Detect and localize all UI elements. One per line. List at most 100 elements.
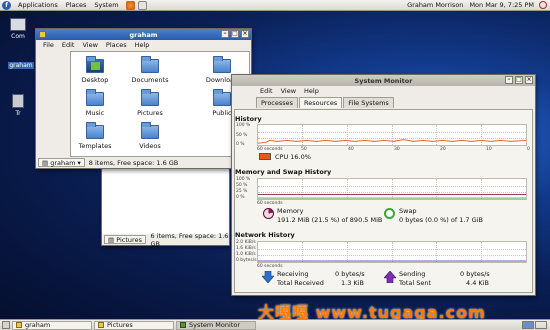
resources-panel: History 100 % 50 % 0 % 60 seconds 50 40 …: [234, 109, 533, 293]
menu-edit[interactable]: Edit: [58, 41, 79, 49]
desktop-icon-computer[interactable]: Com: [3, 18, 33, 40]
power-icon[interactable]: [539, 1, 547, 9]
tab-file-systems[interactable]: File Systems: [343, 97, 394, 108]
sending-value: 0 bytes/s: [460, 270, 490, 278]
memory-history-title: Memory and Swap History: [235, 168, 332, 176]
fedora-logo-icon[interactable]: f: [2, 0, 11, 10]
show-desktop-icon[interactable]: [2, 321, 10, 329]
net-ytick: 1.6 KiB/s: [236, 246, 256, 251]
desktop-icon-home[interactable]: graham: [3, 62, 39, 69]
taskbar-item-system-monitor[interactable]: System Monitor: [176, 320, 256, 330]
close-button[interactable]: ×: [525, 76, 533, 84]
trash-icon: [12, 94, 24, 108]
maximize-button[interactable]: □: [515, 76, 523, 84]
folder-icon: [16, 322, 22, 328]
file-manager-menubar: File Edit View Places Help: [36, 40, 251, 50]
pictures-location-combo[interactable]: ▤ Pictures ▾: [104, 235, 147, 252]
receiving-arrow-icon[interactable]: [262, 271, 274, 283]
folder-music[interactable]: Music: [66, 89, 124, 117]
memory-value: 191.2 MiB (21.5 %) of 890.5 MiB: [277, 216, 383, 224]
cpu-color-swatch[interactable]: [259, 153, 271, 160]
user-name[interactable]: Graham Morrison: [404, 1, 466, 9]
system-menu[interactable]: System: [90, 1, 122, 9]
system-monitor-titlebar[interactable]: System Monitor – □ ×: [232, 75, 535, 86]
folder-videos[interactable]: Videos: [121, 122, 179, 150]
file-manager-titlebar[interactable]: graham – □ ×: [36, 29, 251, 40]
desktop-icon-label: graham: [8, 62, 34, 69]
pictures-statusbar: ▤ Pictures ▾ 6 items, Free space: 1.6 GB: [102, 232, 229, 252]
system-monitor-tabs: Processes Resources File Systems: [232, 97, 535, 108]
minimize-button[interactable]: –: [505, 76, 513, 84]
cpu-history-title: History: [235, 115, 262, 123]
menu-view[interactable]: View: [277, 87, 300, 95]
x-tick: 50: [301, 147, 307, 152]
minimize-button[interactable]: –: [221, 30, 229, 38]
taskbar-item-pictures[interactable]: Pictures: [94, 320, 174, 330]
task-label: System Monitor: [189, 321, 241, 329]
desktop-icon-label: Tr: [15, 110, 21, 117]
x-tick: 60 seconds: [257, 264, 283, 269]
total-received-label: Total Received: [277, 279, 324, 287]
swap-value: 0 bytes (0.0 %) of 1.7 GiB: [399, 216, 483, 224]
file-manager-statusbar: ▤ graham ▾ 8 items, Free space: 1.6 GB: [36, 157, 251, 168]
mem-ytick: 0 %: [236, 195, 245, 200]
folder-documents[interactable]: Documents: [121, 56, 179, 84]
workspace-2[interactable]: [535, 321, 547, 329]
pictures-window-content: [102, 161, 229, 234]
menu-file[interactable]: File: [39, 41, 58, 49]
mem-ytick: 25 %: [236, 189, 248, 194]
menu-help[interactable]: Help: [300, 87, 323, 95]
close-button[interactable]: ×: [241, 30, 249, 38]
cpu-legend: CPU 16.0%: [275, 153, 311, 161]
applications-menu[interactable]: Applications: [14, 1, 62, 9]
swap-label: Swap: [399, 207, 417, 215]
folder-desktop[interactable]: Desktop: [66, 56, 124, 84]
folder-icon: [39, 31, 46, 38]
folder-icon: [141, 56, 159, 73]
memory-pie-icon[interactable]: [263, 208, 274, 219]
maximize-button[interactable]: □: [231, 30, 239, 38]
places-menu[interactable]: Places: [62, 1, 91, 9]
network-lines: [258, 260, 526, 262]
location-label: Pictures: [116, 236, 142, 244]
task-label: graham: [25, 321, 51, 329]
taskbar-item-graham[interactable]: graham: [12, 320, 92, 330]
x-tick: 0: [527, 147, 530, 152]
net-ytick: 2.0 KiB/s: [236, 240, 256, 245]
x-tick: 60 seconds: [257, 201, 283, 206]
pictures-window[interactable]: ▤ Pictures ▾ 6 items, Free space: 1.6 GB: [101, 160, 230, 252]
clock[interactable]: Mon Mar 9, 7:25 PM: [466, 1, 537, 9]
menu-help[interactable]: Help: [131, 41, 154, 49]
task-label: Pictures: [107, 321, 133, 329]
system-monitor-window[interactable]: System Monitor – □ × Edit View Help Proc…: [231, 74, 536, 296]
memory-graph: [257, 178, 527, 200]
swap-pie-icon[interactable]: [384, 208, 395, 219]
cpu-line: [258, 139, 526, 144]
file-manager-view[interactable]: Desktop Documents Download Music Picture…: [70, 51, 250, 157]
tab-resources[interactable]: Resources: [299, 97, 343, 108]
folder-templates[interactable]: Templates: [66, 122, 124, 150]
mail-launcher-icon[interactable]: [137, 0, 147, 10]
folder-label: Desktop: [81, 76, 109, 84]
x-tick: 10: [486, 147, 492, 152]
folder-pictures[interactable]: Pictures: [121, 89, 179, 117]
desktop-icon-trash[interactable]: Tr: [3, 94, 33, 117]
menu-view[interactable]: View: [78, 41, 101, 49]
menu-places[interactable]: Places: [102, 41, 131, 49]
file-manager-window[interactable]: graham – □ × File Edit View Places Help …: [35, 28, 252, 169]
location-combo[interactable]: ▤ graham ▾: [38, 158, 85, 167]
x-tick: 60 seconds: [257, 147, 283, 152]
net-ytick: 1.0 KiB/s: [236, 252, 256, 257]
folder-icon: [86, 122, 104, 139]
tab-processes[interactable]: Processes: [256, 97, 299, 108]
sending-arrow-icon[interactable]: [384, 271, 396, 283]
total-sent-value: 4.4 KiB: [466, 279, 489, 287]
workspace-1[interactable]: [522, 321, 534, 329]
cpu-ytick: 50 %: [236, 133, 248, 138]
browser-launcher-icon[interactable]: [125, 0, 135, 10]
window-title: graham: [129, 30, 158, 39]
mem-ytick: 50 %: [236, 183, 248, 188]
bottom-panel: graham Pictures System Monitor: [0, 319, 550, 330]
network-graph: [257, 241, 527, 263]
menu-edit[interactable]: Edit: [256, 87, 277, 95]
